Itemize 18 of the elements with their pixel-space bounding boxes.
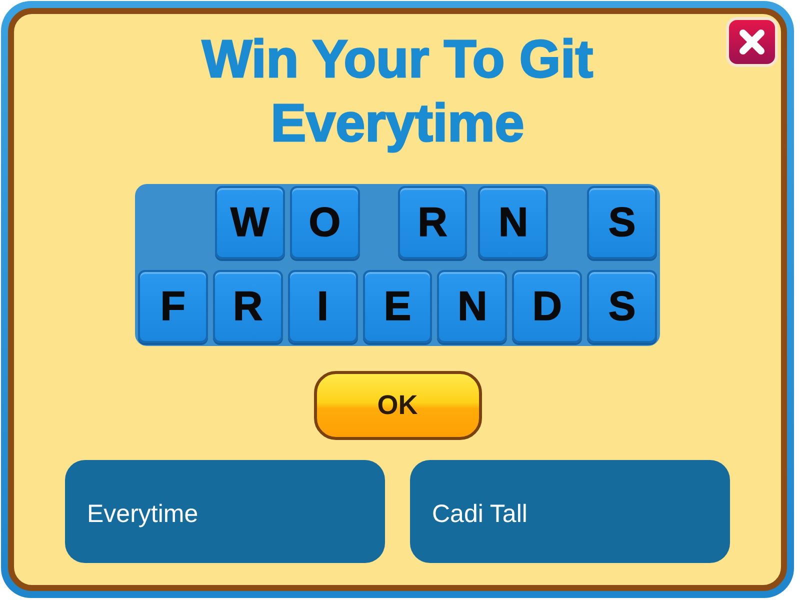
game-title: Win Your To Git Everytime [200,29,594,155]
close-icon [738,28,766,56]
ok-button[interactable]: OK [314,371,482,440]
letter-tile[interactable]: R [398,186,468,259]
answer-option[interactable]: Everytime [65,460,385,563]
letter-tile[interactable]: W [215,186,285,259]
letter-tile[interactable]: S [587,186,657,259]
close-button[interactable] [726,17,778,67]
letter-tile[interactable]: I [288,270,358,343]
letter-tile[interactable]: R [212,270,283,343]
letter-tile[interactable]: N [478,186,548,259]
letter-tile[interactable]: E [362,270,432,343]
letter-tile[interactable]: F [138,270,208,343]
answer-option[interactable]: Cadi Tall [410,460,730,563]
letter-tile[interactable]: N [437,270,508,343]
letter-tile[interactable]: D [512,270,582,343]
letter-tile[interactable]: S [587,270,658,343]
letter-tile[interactable]: O [290,186,360,259]
